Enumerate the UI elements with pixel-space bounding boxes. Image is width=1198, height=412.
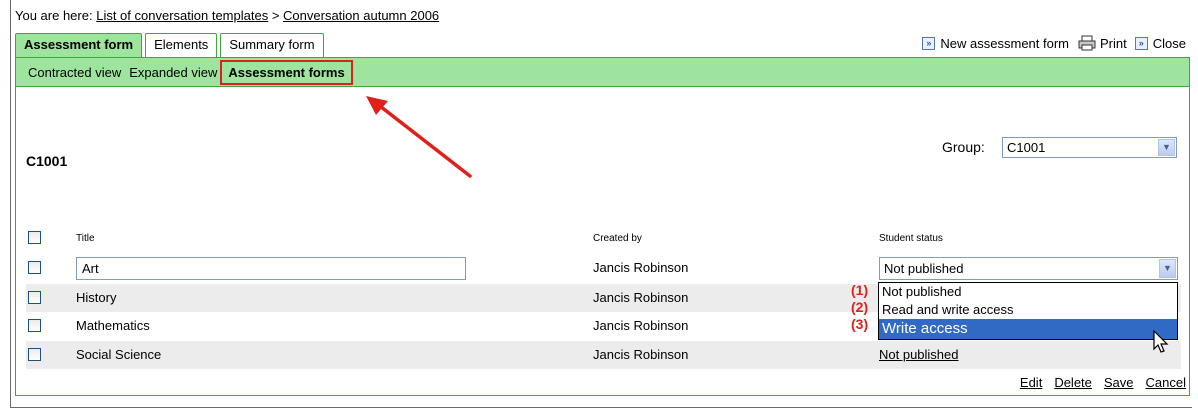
marker-2: (2) xyxy=(851,299,869,315)
group-label: Group: xyxy=(942,139,985,155)
created-by-cell: Jancis Robinson xyxy=(593,347,689,362)
title-cell: Social Science xyxy=(76,347,162,362)
breadcrumb-link-templates[interactable]: List of conversation templates xyxy=(96,8,268,23)
tab-summary-form[interactable]: Summary form xyxy=(220,33,324,57)
student-status-dropdown: Not published Read and write access Writ… xyxy=(878,282,1178,340)
created-by-cell: Jancis Robinson xyxy=(593,290,689,305)
row-checkbox[interactable] xyxy=(28,319,41,332)
double-arrow-icon: » xyxy=(922,36,936,50)
double-arrow-icon: » xyxy=(1134,36,1148,50)
printer-icon xyxy=(1078,35,1096,51)
table-row: Jancis Robinson Not published ▼ xyxy=(26,254,1181,282)
table-row: Social Science Jancis Robinson Not publi… xyxy=(26,341,1181,369)
content-panel: C1001 Group: C1001 ▼ Title Created by St… xyxy=(15,87,1190,396)
student-status-value: Not published xyxy=(884,261,964,276)
row-checkbox[interactable] xyxy=(28,291,41,304)
table-header-row: Title Created by Student status xyxy=(26,224,1181,252)
header-title: Title xyxy=(76,233,95,244)
save-link[interactable]: Save xyxy=(1104,375,1134,390)
created-by-cell: Jancis Robinson xyxy=(593,318,689,333)
chevron-down-icon[interactable]: ▼ xyxy=(1159,259,1176,278)
row-checkbox[interactable] xyxy=(28,261,41,274)
option-read-and-write-access[interactable]: Read and write access xyxy=(879,301,1177,319)
header-student-status: Student status xyxy=(879,233,943,244)
delete-link[interactable]: Delete xyxy=(1054,375,1092,390)
tab-elements[interactable]: Elements xyxy=(145,33,218,57)
breadcrumb-link-conversation[interactable]: Conversation autumn 2006 xyxy=(283,8,439,23)
chevron-down-icon[interactable]: ▼ xyxy=(1158,139,1175,156)
group-select[interactable]: C1001 ▼ xyxy=(1002,137,1177,158)
student-status-link[interactable]: Not published xyxy=(879,347,959,362)
marker-1: (1) xyxy=(851,282,869,298)
title-input[interactable] xyxy=(76,257,466,280)
select-all-checkbox[interactable] xyxy=(28,231,41,244)
cancel-link[interactable]: Cancel xyxy=(1146,375,1186,390)
print-label: Print xyxy=(1100,35,1127,51)
view-subnav: Contracted view Expanded view Assessment… xyxy=(15,57,1190,87)
row-checkbox[interactable] xyxy=(28,348,41,361)
group-title: C1001 xyxy=(26,153,68,169)
bottom-actions: Edit Delete Save Cancel xyxy=(1008,375,1186,390)
title-cell: History xyxy=(76,290,117,305)
option-write-access[interactable]: Write access xyxy=(879,319,1177,339)
expanded-view-link[interactable]: Expanded view xyxy=(129,65,217,80)
breadcrumb-separator: > xyxy=(271,8,280,23)
assessment-forms-link[interactable]: Assessment forms xyxy=(220,59,353,85)
mouse-cursor-icon xyxy=(1153,330,1169,353)
new-assessment-form-button[interactable]: » New assessment form xyxy=(922,36,1069,51)
breadcrumb-prefix: You are here: xyxy=(15,8,93,23)
group-select-value: C1001 xyxy=(1007,140,1046,155)
edit-link[interactable]: Edit xyxy=(1020,375,1042,390)
contracted-view-link[interactable]: Contracted view xyxy=(28,65,121,80)
title-cell: Mathematics xyxy=(76,318,150,333)
option-markers: (1) (2) (3) xyxy=(851,282,868,333)
marker-3: (3) xyxy=(851,316,869,332)
created-by-cell: Jancis Robinson xyxy=(593,260,689,275)
option-not-published[interactable]: Not published xyxy=(879,283,1177,301)
top-actions: » New assessment form Print » Close xyxy=(914,35,1186,51)
print-button[interactable]: Print xyxy=(1077,35,1127,51)
new-assessment-form-label: New assessment form xyxy=(940,35,1070,51)
close-label: Close xyxy=(1152,35,1186,51)
close-button[interactable]: » Close xyxy=(1134,35,1186,51)
header-created-by: Created by xyxy=(593,233,642,244)
student-status-select[interactable]: Not published ▼ xyxy=(879,257,1178,280)
breadcrumb: You are here: List of conversation templ… xyxy=(15,8,439,23)
annotation-arrow-icon xyxy=(366,96,472,178)
tab-assessment-form[interactable]: Assessment form xyxy=(15,33,143,57)
tab-bar: Assessment form Elements Summary form xyxy=(15,33,327,57)
